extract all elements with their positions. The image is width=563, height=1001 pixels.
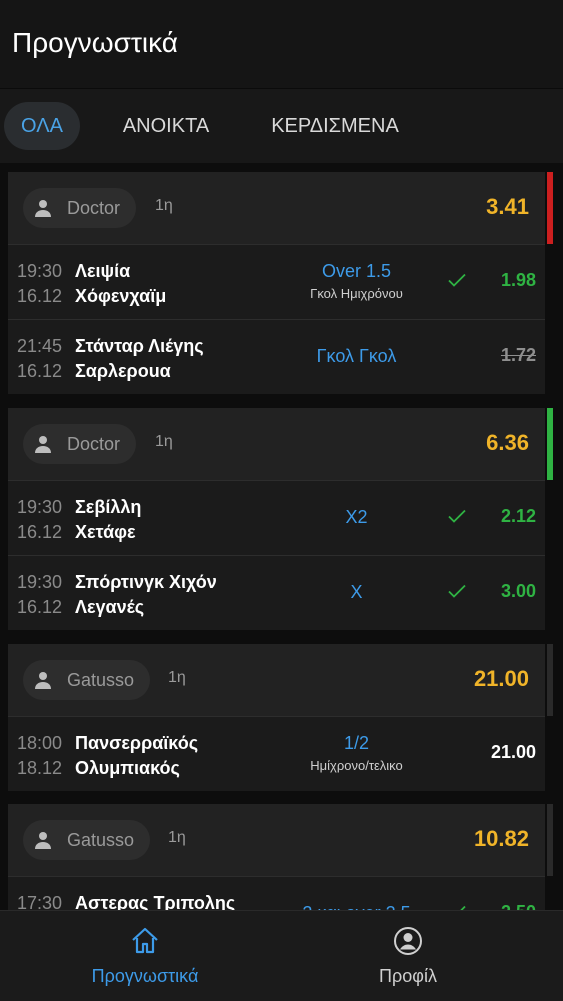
pick-label: X2: [345, 507, 368, 527]
match-teams: Πανσερραϊκός Ολυμπιακός: [75, 731, 198, 781]
match-date: 16.12: [17, 597, 63, 617]
match-datetime: 19:30 16.12: [17, 259, 62, 309]
pick-detail: Γκολ Ημιχρόνου: [310, 286, 403, 301]
page-title: Προγνωστικά: [12, 27, 178, 58]
pick: Over 1.5 Γκολ Ημιχρόνου: [278, 261, 435, 301]
home-team: Πανσερραϊκός: [75, 733, 199, 753]
total-odds: 6.36: [486, 430, 529, 455]
match-datetime: 18:00 18.12: [17, 731, 62, 781]
username: Doctor: [67, 198, 121, 218]
user-icon: [35, 200, 51, 217]
user-chip[interactable]: Doctor: [23, 188, 137, 228]
check-icon: [448, 273, 466, 287]
match-time: 18:00: [17, 733, 63, 753]
check-icon: [448, 584, 466, 598]
filter-tabs: ΟΛΑ ΑΝΟΙΚΤΑ ΚΕΡΔΙΣΜΕΝΑ: [0, 88, 563, 163]
profile-icon: [394, 927, 422, 955]
match-odds: 1.72: [500, 345, 536, 365]
match-datetime: 21:45 16.12: [17, 334, 62, 384]
card-header: Doctor 1η 3.41: [8, 172, 553, 244]
card-header: Gatusso 1η 21.00: [8, 644, 553, 716]
round-label: 1η: [155, 197, 173, 214]
match-time: 19:30: [17, 572, 63, 592]
pick-label: Over 1.5: [321, 261, 392, 281]
nav-label: Προφίλ: [379, 966, 437, 986]
user-chip[interactable]: Gatusso: [23, 660, 151, 700]
app-header: Προγνωστικά: [0, 0, 563, 88]
nav-predictions[interactable]: Προγνωστικά: [45, 911, 245, 1001]
status-indicator-open: [547, 804, 553, 876]
pick: Γκολ Γκολ: [278, 346, 435, 367]
match-row[interactable]: 18:00 18.12 Πανσερραϊκός Ολυμπιακός 1/2 …: [8, 716, 545, 791]
user-icon: [35, 832, 51, 849]
match-odds: 2.12: [500, 506, 536, 526]
match-odds: 1.98: [500, 270, 536, 290]
home-team: Λειψία: [75, 261, 131, 281]
user-chip[interactable]: Doctor: [23, 424, 137, 464]
username: Doctor: [67, 434, 121, 454]
total-odds: 21.00: [473, 666, 529, 691]
match-date: 16.12: [17, 522, 63, 542]
pick-detail: Ημίχρονο/τελικο: [310, 758, 403, 773]
pick-label: 1/2: [343, 733, 370, 753]
username: Gatusso: [67, 830, 135, 850]
status-indicator-won: [547, 408, 553, 480]
match-date: 16.12: [17, 286, 63, 306]
username: Gatusso: [67, 670, 135, 690]
card-header: Gatusso 1η 10.82: [8, 804, 553, 876]
match-row[interactable]: 19:30 16.12 Λειψία Χόφενχαϊμ Over 1.5 Γκ…: [8, 244, 545, 319]
pick: X: [278, 582, 435, 603]
home-team: Στάνταρ Λιέγης: [75, 336, 204, 356]
tab-won[interactable]: ΚΕΡΔΙΣΜΕΝΑ: [252, 102, 418, 150]
status-indicator-lost: [547, 172, 553, 244]
match-row[interactable]: 21:45 16.12 Στάνταρ Λιέγης Σαρλεροuα Γκο…: [8, 319, 545, 394]
match-time: 19:30: [17, 497, 63, 517]
bottom-nav: Προγνωστικά Προφίλ: [0, 910, 563, 1001]
round-label: 1η: [168, 669, 186, 686]
match-datetime: 19:30 16.12: [17, 570, 62, 620]
home-team: Σεβίλλη: [75, 497, 142, 517]
pick-label: X: [350, 582, 363, 602]
status-indicator-open: [547, 644, 553, 716]
away-team: Χόφενχαϊμ: [75, 286, 167, 306]
away-team: Ολυμπιακός: [75, 758, 180, 778]
user-chip[interactable]: Gatusso: [23, 820, 151, 860]
match-teams: Σπόρτινγκ Χιχόν Λεγανές: [75, 570, 217, 620]
pick: 1/2 Ημίχρονο/τελικο: [278, 733, 435, 773]
match-teams: Στάνταρ Λιέγης Σαρλεροuα: [75, 334, 204, 384]
match-date: 18.12: [17, 758, 63, 778]
away-team: Λεγανές: [75, 597, 145, 617]
card-header: Doctor 1η 6.36: [8, 408, 553, 480]
match-teams: Σεβίλλη Χετάφε: [75, 495, 141, 545]
round-label: 1η: [155, 433, 173, 450]
away-team: Σαρλεροuα: [75, 361, 171, 381]
user-icon: [35, 672, 51, 689]
match-row[interactable]: 19:30 16.12 Σεβίλλη Χετάφε X2 2.12: [8, 480, 545, 555]
match-date: 16.12: [17, 361, 63, 381]
away-team: Χετάφε: [75, 522, 136, 542]
tab-open[interactable]: ΑΝΟΙΚΤΑ: [106, 102, 226, 150]
user-icon: [35, 436, 51, 453]
check-icon: [448, 509, 466, 523]
home-team: Σπόρτινγκ Χιχόν: [75, 572, 217, 592]
prediction-card[interactable]: Doctor 1η 3.41 19:30 16.12 Λειψία Χόφενχ…: [8, 172, 553, 394]
nav-profile[interactable]: Προφίλ: [308, 911, 508, 1001]
home-icon: [132, 927, 158, 954]
pick-label: Γκολ Γκολ: [316, 346, 397, 366]
match-teams: Λειψία Χόφενχαϊμ: [75, 259, 166, 309]
match-odds: 3.00: [500, 581, 536, 601]
prediction-card[interactable]: Gatusso 1η 21.00 18:00 18.12 Πανσερραϊκό…: [8, 644, 553, 791]
match-odds: 21.00: [490, 742, 536, 762]
pick: X2: [278, 507, 435, 528]
total-odds: 10.82: [473, 826, 529, 851]
match-time: 19:30: [17, 261, 63, 281]
tab-all[interactable]: ΟΛΑ: [4, 102, 80, 150]
prediction-card[interactable]: Doctor 1η 6.36 19:30 16.12 Σεβίλλη Χετάφ…: [8, 408, 553, 630]
match-datetime: 19:30 16.12: [17, 495, 62, 545]
nav-label: Προγνωστικά: [91, 966, 199, 986]
round-label: 1η: [168, 829, 186, 846]
match-time: 21:45: [17, 336, 63, 356]
match-row[interactable]: 19:30 16.12 Σπόρτινγκ Χιχόν Λεγανές X 3.…: [8, 555, 545, 630]
total-odds: 3.41: [486, 194, 529, 219]
